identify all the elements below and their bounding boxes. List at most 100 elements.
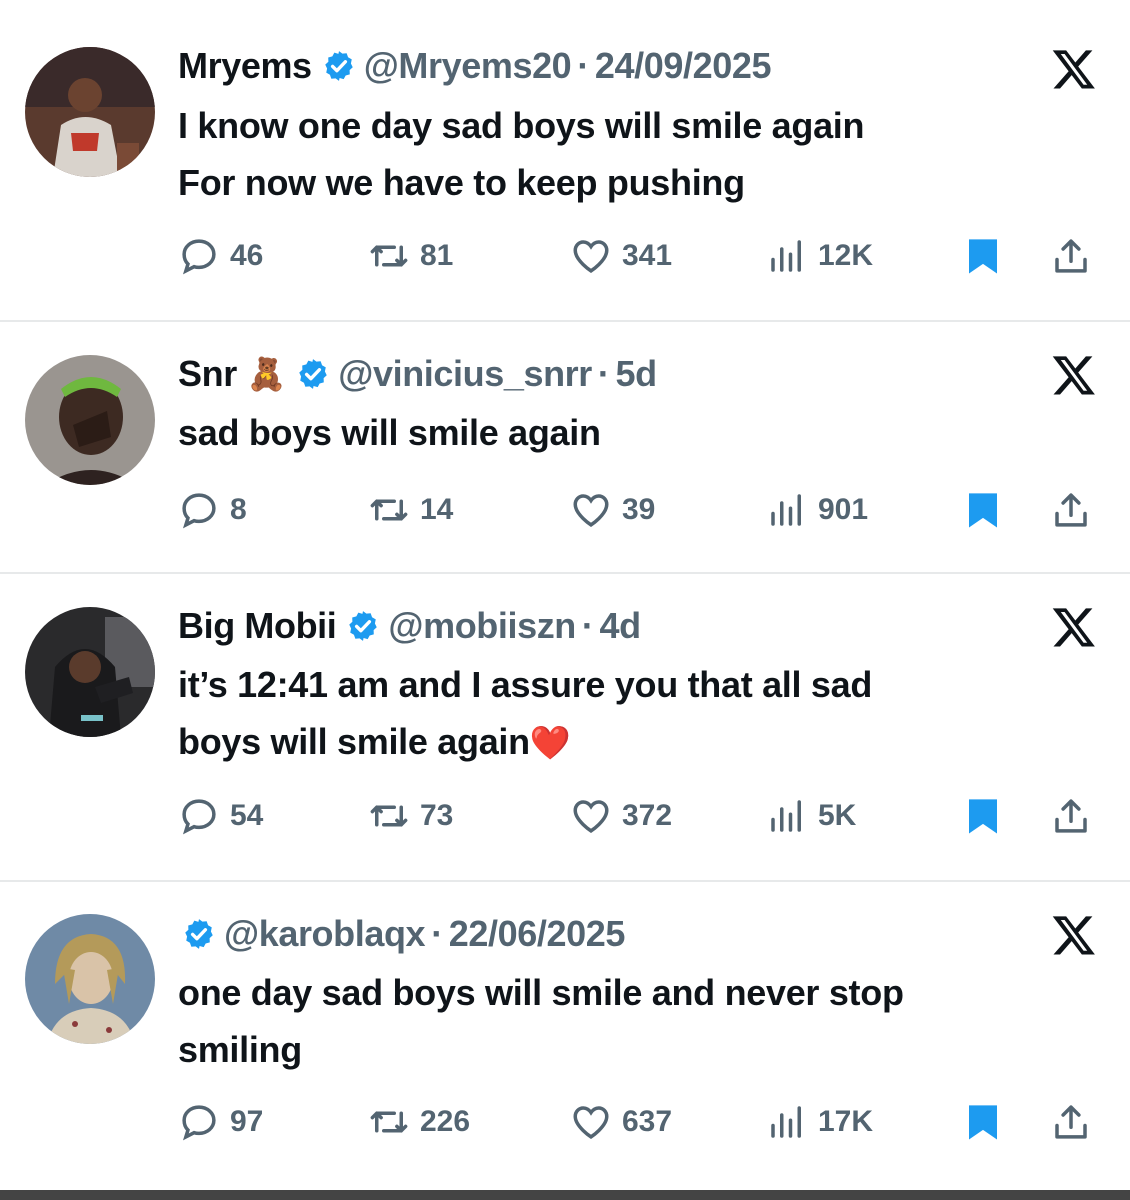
share-icon — [1055, 493, 1087, 527]
tweet-date[interactable]: 24/09/2025 — [595, 45, 772, 87]
reply-button[interactable]: 97 — [178, 1100, 263, 1144]
avatar[interactable] — [25, 607, 155, 737]
reply-count: 46 — [230, 239, 264, 272]
like-count: 341 — [622, 239, 673, 272]
bookmark-icon — [969, 239, 997, 274]
share-icon — [1055, 239, 1087, 273]
verified-badge-icon — [296, 357, 330, 391]
avatar[interactable] — [25, 47, 155, 177]
action-bar: 54 73 372 5K — [0, 794, 1130, 838]
verified-badge-icon — [182, 917, 216, 951]
avatar[interactable] — [25, 355, 155, 485]
user-handle[interactable]: @karoblaqx — [224, 913, 426, 955]
like-icon — [573, 800, 609, 833]
retweet-button[interactable]: 73 — [368, 794, 453, 838]
retweet-button[interactable]: 226 — [368, 1100, 470, 1144]
tweet-feed: Mryems @Mryems20 · 24/09/2025 I know one… — [0, 0, 1130, 1200]
teddy-bear-emoji: 🧸 — [246, 356, 287, 392]
avatar[interactable] — [25, 914, 155, 1044]
tweet-card[interactable]: Big Mobii @mobiiszn · 4d it’s 12:41 am a… — [0, 572, 1130, 882]
separator-dot: · — [577, 45, 589, 86]
verified-badge-icon — [322, 49, 356, 83]
retweet-button[interactable]: 14 — [368, 488, 453, 532]
tweet-text-line: I know one day sad boys will smile again — [178, 105, 865, 146]
tweet-text-line: boys will smile again❤️ — [178, 713, 1098, 771]
x-logo-icon — [1050, 912, 1098, 958]
retweet-icon — [370, 1111, 408, 1133]
views-icon — [771, 1106, 801, 1138]
tweet-card[interactable]: Snr 🧸 @vinicius_snrr · 5d sad boys will … — [0, 320, 1130, 574]
tweet-text: I know one day sad boys will smile again… — [178, 97, 1098, 211]
like-button[interactable]: 39 — [570, 488, 655, 532]
reply-icon — [182, 1105, 216, 1141]
tweet-date[interactable]: 22/06/2025 — [449, 913, 626, 955]
views-icon — [771, 800, 801, 832]
display-name[interactable]: Snr — [178, 353, 237, 395]
tweet-text-line: For now we have to keep pushing — [178, 162, 745, 203]
views-button[interactable]: 12K — [766, 234, 873, 278]
bookmark-button[interactable] — [962, 234, 1004, 278]
action-bar: 8 14 39 901 — [0, 488, 1130, 532]
tweet-text-line: one day sad boys will smile and never st… — [178, 972, 904, 1013]
views-icon — [771, 240, 801, 272]
reply-count: 97 — [230, 1105, 264, 1138]
share-button[interactable] — [1050, 234, 1092, 278]
x-logo-icon — [1050, 604, 1098, 650]
bookmark-icon — [969, 799, 997, 834]
tweet-card[interactable]: Mryems @Mryems20 · 24/09/2025 I know one… — [0, 0, 1130, 322]
x-logo-icon — [1050, 352, 1098, 398]
tweet-text: sad boys will smile again — [178, 404, 1098, 461]
view-count: 5K — [818, 799, 857, 832]
like-button[interactable]: 372 — [570, 794, 672, 838]
share-button[interactable] — [1050, 488, 1092, 532]
share-button[interactable] — [1050, 1100, 1092, 1144]
bookmark-button[interactable] — [962, 1100, 1004, 1144]
tweet-date[interactable]: 4d — [599, 605, 641, 647]
reply-icon — [182, 799, 216, 835]
share-button[interactable] — [1050, 794, 1092, 838]
separator-dot: · — [597, 353, 610, 394]
tweet-text-line: it’s 12:41 am and I assure you that all … — [178, 664, 873, 705]
like-icon — [573, 240, 609, 273]
retweet-icon — [370, 805, 408, 827]
views-button[interactable]: 5K — [766, 794, 856, 838]
display-name[interactable]: Big Mobii — [178, 605, 337, 647]
bookmark-icon — [969, 1105, 997, 1140]
display-name[interactable]: Mryems — [178, 45, 312, 87]
like-count: 637 — [622, 1105, 673, 1138]
user-handle[interactable]: @mobiiszn — [388, 605, 576, 647]
retweet-icon — [370, 245, 408, 267]
bookmark-button[interactable] — [962, 488, 1004, 532]
reply-count: 8 — [230, 493, 247, 526]
reply-icon — [182, 239, 216, 275]
user-handle[interactable]: @vinicius_snrr — [338, 353, 592, 395]
heart-emoji: ❤️ — [529, 724, 571, 761]
like-button[interactable]: 637 — [570, 1100, 672, 1144]
action-bar: 46 81 341 12K — [0, 234, 1130, 278]
action-bar: 97 226 637 17K — [0, 1100, 1130, 1144]
views-icon — [771, 494, 801, 526]
retweet-button[interactable]: 81 — [368, 234, 453, 278]
tweet-text: it’s 12:41 am and I assure you that all … — [178, 656, 1098, 771]
reply-button[interactable]: 54 — [178, 794, 263, 838]
tweet-card[interactable]: @karoblaqx · 22/06/2025 one day sad boys… — [0, 880, 1130, 1188]
like-button[interactable]: 341 — [570, 234, 672, 278]
retweet-count: 81 — [420, 239, 454, 272]
reply-count: 54 — [230, 799, 264, 832]
views-button[interactable]: 17K — [766, 1100, 873, 1144]
retweet-icon — [370, 499, 408, 521]
user-handle[interactable]: @Mryems20 — [364, 45, 572, 87]
like-icon — [573, 494, 609, 527]
reply-button[interactable]: 46 — [178, 234, 263, 278]
like-icon — [573, 1106, 609, 1139]
x-logo-icon — [1050, 46, 1098, 92]
tweet-text-line: sad boys will smile again — [178, 412, 601, 453]
tweet-date[interactable]: 5d — [615, 353, 657, 395]
bottom-edge-bar — [0, 1190, 1130, 1200]
view-count: 17K — [818, 1105, 874, 1138]
reply-button[interactable]: 8 — [178, 488, 247, 532]
retweet-count: 14 — [420, 493, 454, 526]
views-button[interactable]: 901 — [766, 488, 868, 532]
share-icon — [1055, 1105, 1087, 1139]
bookmark-button[interactable] — [962, 794, 1004, 838]
